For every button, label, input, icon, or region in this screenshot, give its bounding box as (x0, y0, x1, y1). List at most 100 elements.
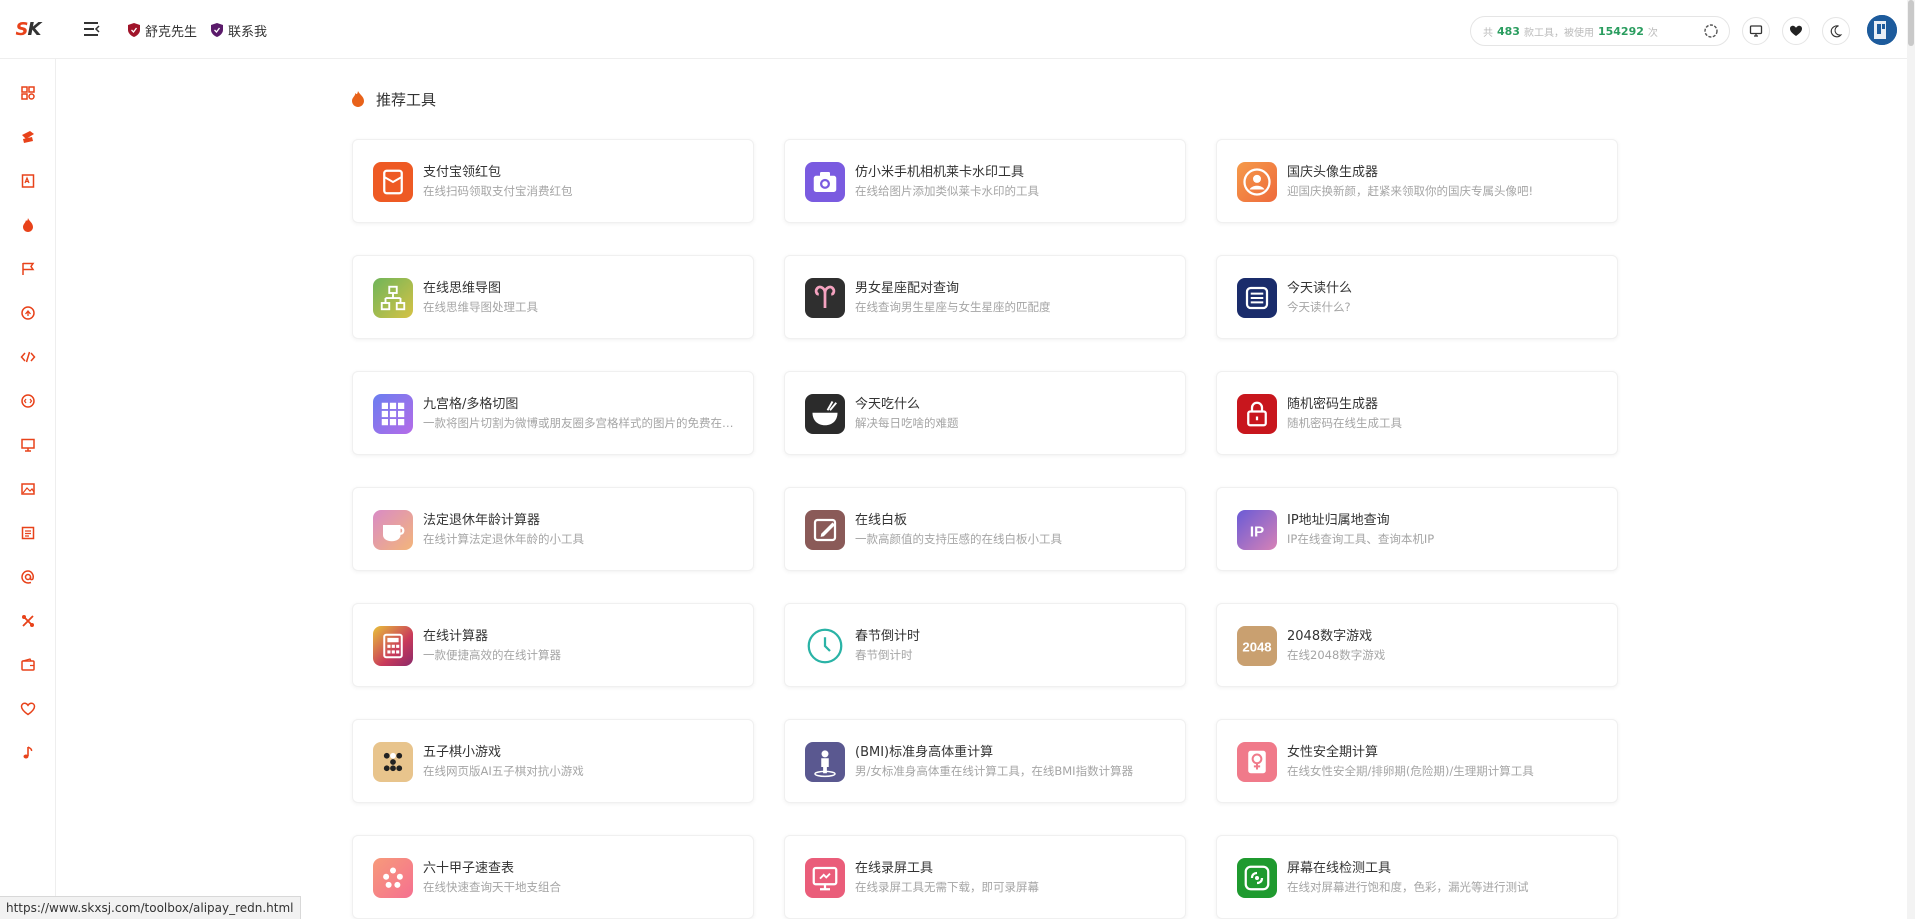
tool-card-description: 一款高颜值的支持压感的在线白板小工具 (855, 532, 1062, 546)
tool-card-description: 在线查询男生星座与女生星座的匹配度 (855, 300, 1051, 314)
notes-icon (21, 526, 35, 540)
tool-card-title: 国庆头像生成器 (1287, 165, 1379, 180)
sidebar-item-code[interactable] (18, 347, 38, 367)
sidebar-item-hot[interactable] (18, 215, 38, 235)
sidebar-item-coin[interactable] (18, 303, 38, 323)
sidebar-item-at[interactable] (18, 567, 38, 587)
nav-link-contact[interactable]: 联系我 (211, 20, 267, 40)
tool-card[interactable]: 五子棋小游戏在线网页版AI五子棋对抗小游戏 (352, 719, 754, 803)
tool-card-description: IP在线查询工具、查询本机IP (1287, 532, 1435, 546)
tool-card-title: 六十甲子速查表 (423, 861, 515, 876)
tool-card-description: 迎国庆换新颜，赶紧来领取你的国庆专属头像吧! (1287, 184, 1534, 198)
tool-card[interactable]: 六十甲子速查表在线快速查询天干地支组合 (352, 835, 754, 919)
favorites-button[interactable] (1782, 17, 1810, 45)
tool-card-description: 在线快速查询天干地支组合 (423, 880, 561, 894)
game-2048-icon: 2048 (1237, 626, 1277, 666)
flame-icon (23, 218, 33, 232)
monitor-icon (1749, 25, 1763, 37)
tool-card[interactable]: 男女星座配对查询在线查询男生星座与女生星座的匹配度 (784, 255, 1186, 339)
tool-card[interactable]: 随机密码生成器 随机密码在线生成工具 (1216, 371, 1618, 455)
tool-count: 483 (1497, 24, 1520, 38)
tool-card[interactable]: 在线白板一款高颜值的支持压感的在线白板小工具 (784, 487, 1186, 571)
search-input[interactable]: 共 483 款工具，被使用 154292 次 (1470, 16, 1730, 46)
logo-letter-k: K (27, 19, 42, 40)
tool-card[interactable]: (BMI)标准身高体重计算 男/女标准身高体重在线计算工具，在线BMI指数计算器 (784, 719, 1186, 803)
tool-card-description: 春节倒计时 (855, 648, 913, 662)
tool-card[interactable]: 2048 2048数字游戏 在线2048数字游戏 (1216, 603, 1618, 687)
site-logo[interactable]: SK (0, 0, 56, 59)
tool-card-description: 男/女标准身高体重在线计算工具，在线BMI指数计算器 (855, 764, 1134, 778)
tool-card-title: 仿小米手机相机莱卡水印工具 (855, 165, 1025, 180)
sidebar-item-monitor[interactable] (18, 435, 38, 455)
tool-card[interactable]: 九宫格/多格切图 一款将图片切割为微博或朋友圈多宫格样式的图片的免费在线工具 (352, 371, 754, 455)
sidebar-item-favorites[interactable] (18, 699, 38, 719)
lock-icon (1237, 394, 1277, 434)
nav-link-author[interactable]: 舒克先生 (128, 20, 197, 40)
nav-link-label: 舒克先生 (145, 24, 198, 40)
tool-card[interactable]: 仿小米手机相机莱卡水印工具 在线给图片添加类似莱卡水印的工具 (784, 139, 1186, 223)
book-icon (1237, 278, 1277, 318)
tool-card[interactable]: 春节倒计时 春节倒计时 (784, 603, 1186, 687)
tool-card[interactable]: 女性安全期计算 在线女性安全期/排卵期(危险期)/生理期计算工具 (1216, 719, 1618, 803)
tool-card[interactable]: 支付宝领红包 在线扫码领取支付宝消费红包 (352, 139, 754, 223)
nav-link-label: 联系我 (228, 24, 268, 40)
tool-card-title: 男女星座配对查询 (855, 281, 960, 296)
menu-toggle-button[interactable] (82, 20, 102, 38)
bowl-icon (805, 394, 845, 434)
api-icon (21, 394, 35, 408)
gomoku-icon (373, 742, 413, 782)
sidebar-item-coupon[interactable] (18, 127, 38, 147)
sidebar-item-tools[interactable] (18, 611, 38, 631)
tool-card[interactable]: 屏幕在线检测工具 在线对屏幕进行饱和度，色彩，漏光等进行测试 (1216, 835, 1618, 919)
sidebar-item-document[interactable] (18, 171, 38, 191)
desktop-view-button[interactable] (1742, 17, 1770, 45)
heart-icon (20, 702, 36, 716)
dashboard-icon (21, 86, 35, 100)
tool-card[interactable]: 法定退休年龄计算器 在线计算法定退休年龄的小工具 (352, 487, 754, 571)
scrollbar-thumb[interactable] (1908, 0, 1914, 46)
tools-icon (22, 615, 34, 627)
tool-card-description: 在线网页版AI五子棋对抗小游戏 (423, 764, 584, 778)
tool-card[interactable]: 今天吃什么 解决每日吃啥的难题 (784, 371, 1186, 455)
section-title: 推荐工具 (376, 90, 437, 109)
sidebar-item-dashboard[interactable] (18, 83, 38, 103)
grid-icon (373, 394, 413, 434)
tool-card-description: 在线计算法定退休年龄的小工具 (423, 532, 584, 546)
tool-card-title: 五子棋小游戏 (423, 745, 502, 760)
user-avatar[interactable] (1867, 15, 1897, 45)
page-scrollbar[interactable] (1907, 0, 1915, 919)
sidebar-item-notes[interactable] (18, 523, 38, 543)
sidebar-item-image[interactable] (18, 479, 38, 499)
tool-card[interactable]: 在线录屏工具 在线录屏工具无需下载，即可录屏幕 (784, 835, 1186, 919)
clock-icon (805, 626, 845, 666)
tool-card[interactable]: 国庆头像生成器迎国庆换新颜，赶紧来领取你的国庆专属头像吧! (1216, 139, 1618, 223)
dark-mode-toggle[interactable] (1822, 17, 1850, 45)
image-icon (21, 483, 35, 495)
shield-icon (211, 23, 223, 37)
sidebar-item-api[interactable] (18, 391, 38, 411)
coupon-icon (22, 131, 34, 143)
tool-card[interactable]: 在线计算器 一款便捷高效的在线计算器 (352, 603, 754, 687)
svg-text:2048: 2048 (1242, 640, 1271, 655)
code-icon (20, 351, 36, 363)
tool-card-title: 2048数字游戏 (1287, 629, 1373, 644)
tool-card-title: 在线录屏工具 (855, 861, 934, 876)
flame-icon (352, 91, 364, 107)
camera-icon (805, 162, 845, 202)
heart-icon (1790, 25, 1802, 36)
tool-card[interactable]: 在线思维导图 在线思维导图处理工具 (352, 255, 754, 339)
moon-icon (1830, 25, 1843, 38)
person-icon (805, 742, 845, 782)
sidebar-item-wallet[interactable] (18, 655, 38, 675)
whiteboard-icon (805, 510, 845, 550)
at-icon (21, 570, 34, 584)
tool-card-title: 在线白板 (855, 513, 908, 528)
search-icon[interactable] (1703, 23, 1719, 39)
tool-card-title: 支付宝领红包 (423, 165, 502, 180)
sidebar-item-flag[interactable] (18, 259, 38, 279)
sidebar-item-music[interactable] (18, 743, 38, 763)
tool-card[interactable]: 今天读什么 今天读什么? (1216, 255, 1618, 339)
tool-card[interactable]: IP IP地址归属地查询 IP在线查询工具、查询本机IP (1216, 487, 1618, 571)
svg-text:IP: IP (1250, 523, 1264, 540)
calculator-icon (373, 626, 413, 666)
